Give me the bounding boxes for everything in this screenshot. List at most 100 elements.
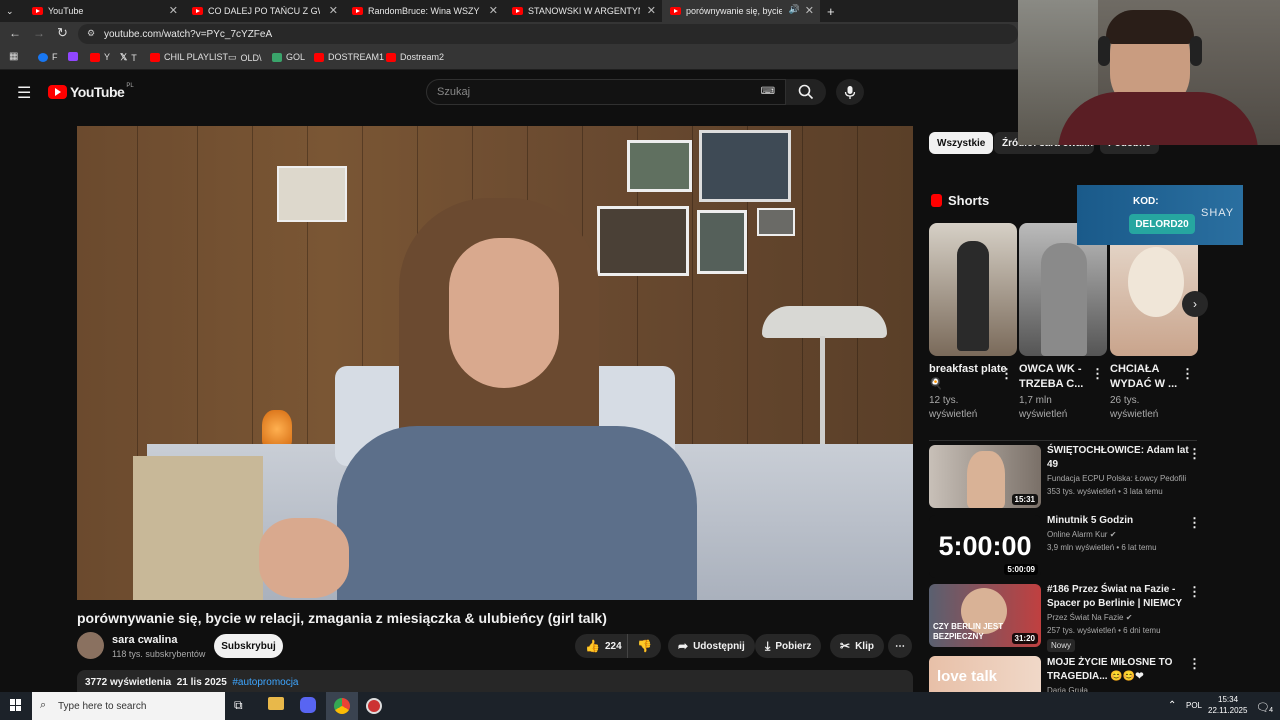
channel-avatar[interactable] bbox=[77, 632, 104, 659]
discord-icon[interactable] bbox=[300, 697, 316, 713]
voice-search-button[interactable] bbox=[836, 79, 864, 105]
hashtag-link[interactable]: #autopromocja bbox=[232, 677, 298, 688]
related-title[interactable]: ŚWIĘTOCHŁOWICE: Adam lat 49 bbox=[1047, 444, 1189, 472]
shorts-logo-icon bbox=[931, 194, 942, 207]
bookmark-t-x[interactable]: 𝕏T bbox=[120, 52, 137, 63]
tab-active-video[interactable]: porównywanie się, bycie w 🔊 ✕ bbox=[662, 0, 820, 22]
wall-photo bbox=[277, 166, 347, 222]
clip-button[interactable]: ✂ Klip bbox=[830, 634, 884, 658]
verified-icon: ✔ bbox=[1125, 613, 1133, 622]
tab-youtube[interactable]: YouTube ✕ bbox=[24, 0, 184, 22]
shorts-next-button[interactable]: › bbox=[1182, 291, 1208, 317]
reload-icon[interactable]: ↻ bbox=[57, 25, 68, 41]
notification-count: 4 bbox=[1269, 707, 1273, 714]
apps-grid-icon[interactable]: ▦ bbox=[9, 51, 18, 62]
streamer-hair bbox=[1106, 10, 1194, 44]
related-title[interactable]: Minutnik 5 Godzin bbox=[1047, 514, 1189, 528]
site-info-icon[interactable]: ⚙ bbox=[87, 28, 95, 39]
bookmark-f[interactable]: F bbox=[38, 52, 58, 62]
chrome-taskbar-button[interactable] bbox=[326, 692, 358, 720]
youtube-logo[interactable]: YouTube PL bbox=[48, 83, 134, 100]
subscribe-button[interactable]: Subskrybuj bbox=[214, 634, 283, 658]
file-explorer-icon[interactable] bbox=[268, 697, 284, 710]
channel-name[interactable]: sara cwalina bbox=[112, 634, 177, 646]
thumb-caption: CZY BERLIN JEST BEZPIECZNY bbox=[933, 622, 1004, 641]
taskbar-search-input[interactable]: ⌕ Type here to search bbox=[32, 692, 225, 720]
short-views: 1,7 mln wyświetleń bbox=[1019, 395, 1068, 420]
close-tab-icon[interactable]: ✕ bbox=[805, 4, 814, 17]
more-vertical-icon[interactable]: ⋮ bbox=[1188, 584, 1201, 600]
thumb-timer-text: 5:00:00 bbox=[938, 531, 1032, 561]
wall-photo bbox=[699, 130, 791, 202]
related-channel[interactable]: Przez Świat Na Fazie ✔ bbox=[1047, 613, 1132, 622]
search-icon bbox=[798, 84, 814, 100]
related-thumbnail[interactable]: CZY BERLIN JEST BEZPIECZNY 31:20 bbox=[929, 584, 1041, 647]
search-input[interactable]: Szukaj ⌨ bbox=[426, 79, 786, 105]
tab-co-dalej[interactable]: CO DALEJ PO TAŃCU Z GWIAZ ✕ bbox=[184, 0, 344, 22]
short-title[interactable]: breakfast plate 🍳 bbox=[929, 362, 1007, 392]
promo-brand-logo: SHAY bbox=[1201, 207, 1235, 219]
chip-all[interactable]: Wszystkie bbox=[929, 132, 994, 154]
language-indicator[interactable]: POL bbox=[1186, 701, 1202, 710]
windows-start-icon[interactable] bbox=[10, 699, 22, 711]
short-title[interactable]: CHCIAŁA WYDAĆ W ... bbox=[1110, 362, 1188, 392]
bookmark-folder-old[interactable]: ▭ OLD\ bbox=[228, 52, 262, 63]
video-duration: 31:20 bbox=[1011, 633, 1038, 644]
search-button[interactable] bbox=[786, 79, 826, 105]
speaker-icon[interactable]: 🔊 bbox=[789, 4, 800, 15]
close-tab-icon[interactable]: ✕ bbox=[169, 4, 178, 17]
short-thumbnail[interactable] bbox=[929, 223, 1017, 356]
short-views: 12 tys. wyświetleń bbox=[929, 395, 978, 420]
more-vertical-icon[interactable]: ⋮ bbox=[1091, 366, 1104, 382]
tray-chevron-up-icon[interactable]: ⌃ bbox=[1168, 700, 1176, 711]
related-title[interactable]: MOJE ŻYCIE MIŁOSNE TO TRAGEDIA... 😊😊❤ bbox=[1047, 656, 1189, 684]
new-tab-button[interactable]: + bbox=[822, 0, 842, 22]
keyboard-icon[interactable]: ⌨ bbox=[761, 86, 775, 97]
more-actions-button[interactable]: ⋯ bbox=[888, 634, 912, 658]
wall-photo bbox=[697, 210, 747, 274]
hamburger-menu-icon[interactable]: ☰ bbox=[17, 83, 31, 103]
task-view-icon[interactable]: ⧉ bbox=[234, 698, 243, 713]
description-box[interactable]: 3772 wyświetlenia 21 lis 2025 #autopromo… bbox=[77, 670, 913, 692]
close-tab-icon[interactable]: ✕ bbox=[329, 4, 338, 17]
related-thumbnail[interactable]: love talk bbox=[929, 656, 1041, 692]
like-button[interactable]: 👍 224 bbox=[575, 634, 627, 658]
notifications-button[interactable]: 🗨 4 bbox=[1256, 698, 1273, 714]
back-arrow-icon[interactable]: ← bbox=[9, 26, 21, 40]
tab-search-button[interactable]: ⌄ bbox=[0, 0, 22, 22]
bookmark-y[interactable]: Y bbox=[90, 52, 110, 62]
dislike-button[interactable]: 👎 bbox=[627, 634, 661, 658]
more-horizontal-icon: ⋯ bbox=[895, 640, 905, 652]
close-tab-icon[interactable]: ✕ bbox=[489, 4, 498, 17]
short-title[interactable]: OWCA WK - TRZEBA C... bbox=[1019, 362, 1097, 392]
short-person bbox=[957, 241, 989, 351]
related-channel[interactable]: Online Alarm Kur ✔ bbox=[1047, 530, 1116, 539]
related-thumbnail[interactable]: 15:31 bbox=[929, 445, 1041, 508]
more-vertical-icon[interactable]: ⋮ bbox=[1188, 515, 1201, 531]
more-vertical-icon[interactable]: ⋮ bbox=[1188, 446, 1201, 462]
related-thumbnail[interactable]: 5:00:00 5:00:09 bbox=[929, 515, 1041, 578]
new-badge: Nowy bbox=[1047, 639, 1076, 652]
related-channel[interactable]: Fundacja ECPU Polska: Łowcy Pedofili bbox=[1047, 474, 1186, 483]
bookmark-t-twitch[interactable]: T bbox=[68, 52, 82, 61]
bookmark-dostream2[interactable]: Dostream2 bbox=[386, 52, 444, 62]
app-icon[interactable] bbox=[366, 698, 382, 714]
close-tab-icon[interactable]: ✕ bbox=[647, 4, 656, 17]
tab-randombruce[interactable]: RandomBruce: Wina WSZYSTKI ✕ bbox=[344, 0, 504, 22]
clock-date[interactable]: 22.11.2025 bbox=[1208, 706, 1247, 715]
more-vertical-icon[interactable]: ⋮ bbox=[1181, 366, 1194, 382]
bookmark-dostream1[interactable]: DOSTREAM1 bbox=[314, 52, 384, 62]
forward-arrow-icon[interactable]: → bbox=[33, 26, 45, 40]
download-button[interactable]: ⤓ Pobierz bbox=[755, 634, 822, 658]
share-button[interactable]: ➦ Udostępnij bbox=[668, 634, 755, 658]
tab-stanowski[interactable]: STANOWSKI W ARGENTYNIE: M ✕ bbox=[504, 0, 662, 22]
bookmark-gol[interactable]: GOL bbox=[272, 52, 305, 62]
more-vertical-icon[interactable]: ⋮ bbox=[1000, 366, 1013, 382]
address-bar[interactable]: ⚙ youtube.com/watch?v=PYc_7cYZFeA bbox=[78, 24, 1018, 44]
related-title[interactable]: #186 Przez Świat na Fazie - Spacer po Be… bbox=[1047, 583, 1189, 611]
bookmark-chil-playlist[interactable]: CHIL PLAYLIST bbox=[150, 52, 228, 62]
more-vertical-icon[interactable]: ⋮ bbox=[1188, 656, 1201, 672]
video-player[interactable] bbox=[77, 126, 913, 600]
clock-time[interactable]: 15:34 bbox=[1218, 695, 1238, 704]
youtube-icon bbox=[314, 52, 324, 62]
